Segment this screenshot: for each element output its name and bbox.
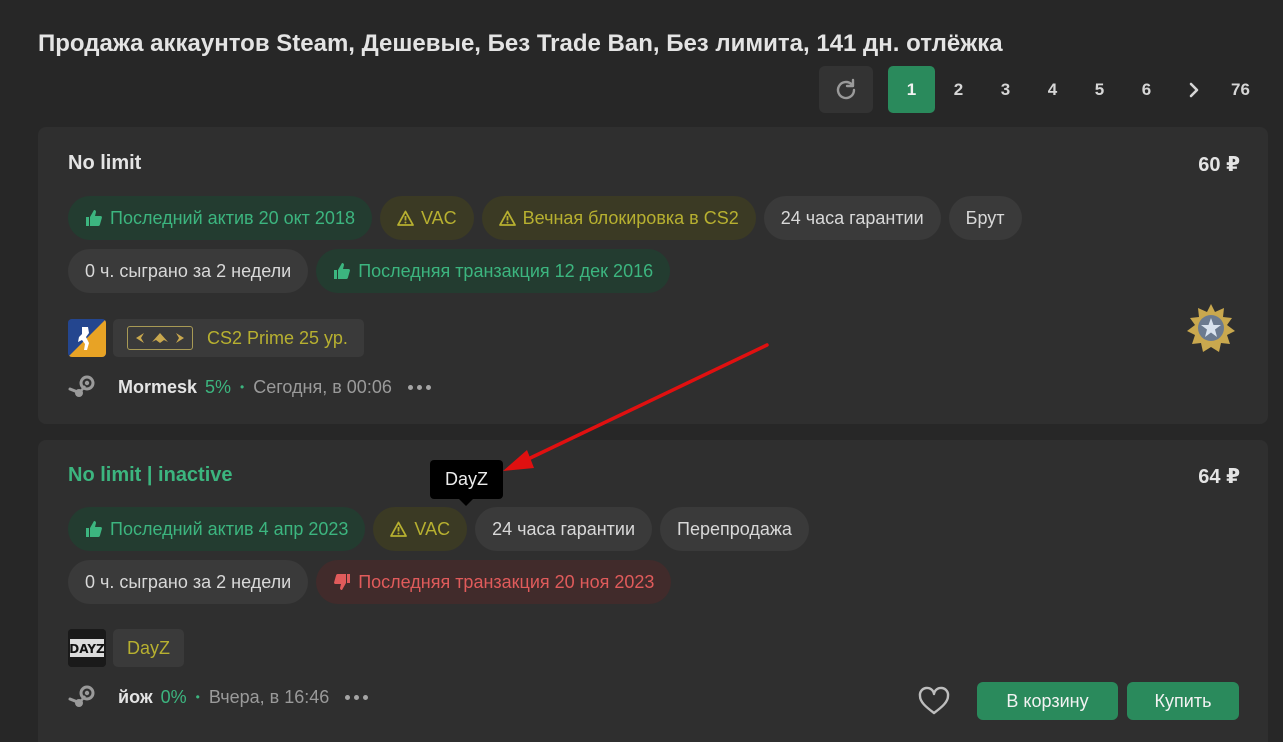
page-link-6[interactable]: 6	[1123, 66, 1170, 113]
tag-row: Последний актив 4 апр 2023 VAC 24 часа г…	[68, 507, 809, 551]
thumbs-down-icon	[334, 574, 351, 590]
tag-label: Последний актив 4 апр 2023	[110, 518, 349, 539]
tag-label: Последний актив 20 окт 2018	[110, 207, 355, 228]
warning-icon	[390, 521, 408, 537]
page-link-3[interactable]: 3	[982, 66, 1029, 113]
dayz-logo-text: DAYZ	[69, 642, 105, 656]
hours-played-tag: 0 ч. сыграно за 2 недели	[68, 249, 309, 293]
cs2-ban-tag: Вечная блокировка в CS2	[481, 196, 756, 240]
page-link-2[interactable]: 2	[935, 66, 982, 113]
game-tooltip: DayZ	[430, 460, 503, 506]
hours-played-tag: 0 ч. сыграно за 2 недели	[68, 560, 309, 604]
refresh-icon	[836, 78, 856, 99]
guarantee-tag: 24 часа гарантии	[763, 196, 941, 240]
thumbs-up-icon	[334, 263, 351, 279]
tag-row: 0 ч. сыграно за 2 недели Последняя транз…	[68, 560, 672, 604]
listing-time: Сегодня, в 00:06	[253, 376, 392, 397]
game-label: CS2 Prime 25 ур.	[207, 327, 348, 348]
game-row: CS2 Prime 25 ур.	[68, 319, 364, 357]
dayz-icon: DAYZ	[68, 629, 106, 667]
heart-icon	[918, 686, 950, 715]
last-transaction-tag: Последняя транзакция 12 дек 2016	[316, 249, 671, 293]
pagination: 1 2 3 4 5 6 76	[819, 66, 1264, 113]
tag-label: Перепродажа	[677, 518, 792, 539]
steam-icon	[68, 375, 95, 397]
vac-tag: VAC	[379, 196, 474, 240]
listing-card[interactable]: No limit | inactive 64 ₽ Последний актив…	[38, 440, 1268, 742]
seller-percent: 0%	[160, 686, 187, 707]
warning-icon	[397, 210, 414, 226]
listing-card[interactable]: No limit 60 ₽ Последний актив 20 окт 201…	[38, 127, 1268, 424]
thumbs-up-icon	[86, 521, 102, 537]
page-link-last[interactable]: 76	[1217, 66, 1264, 113]
seller-row: Mormesk 5% • Сегодня, в 00:06	[68, 375, 431, 399]
tag-label: Последняя транзакция 12 дек 2016	[358, 260, 654, 281]
seller-row: йож 0% • Вчера, в 16:46	[68, 685, 369, 709]
buy-button[interactable]: Купить	[1127, 682, 1239, 720]
seller-percent: 5%	[205, 376, 232, 397]
last-active-tag: Последний актив 20 окт 2018	[68, 196, 372, 240]
seller-name[interactable]: йож	[118, 687, 153, 708]
page-title: Продажа аккаунтов Steam, Дешевые, Без Tr…	[38, 30, 1003, 57]
page-link-1[interactable]: 1	[888, 66, 935, 113]
tag-label: 0 ч. сыграно за 2 недели	[85, 260, 292, 281]
listing-time: Вчера, в 16:46	[208, 686, 330, 707]
more-options-icon[interactable]	[345, 694, 369, 700]
listing-actions: В корзину Купить	[914, 681, 1239, 721]
listing-price: 60 ₽	[1198, 154, 1240, 176]
thumbs-up-icon	[86, 210, 102, 226]
separator-dot: •	[240, 380, 245, 394]
listing-price: 64 ₽	[1198, 466, 1240, 488]
favorite-button[interactable]	[914, 681, 954, 721]
rank-badge-icon	[127, 326, 193, 350]
chevron-right-icon	[1189, 82, 1198, 97]
resale-tag: Перепродажа	[660, 507, 809, 551]
page-link-5[interactable]: 5	[1076, 66, 1123, 113]
medal-badge-icon	[1187, 304, 1235, 352]
refresh-button[interactable]	[819, 66, 873, 113]
vac-tag: VAC	[373, 507, 468, 551]
brute-tag: Брут	[948, 196, 1022, 240]
tag-label: 0 ч. сыграно за 2 недели	[85, 571, 292, 592]
steam-icon	[68, 685, 95, 707]
more-options-icon[interactable]	[407, 384, 431, 390]
guarantee-tag: 24 часа гарантии	[475, 507, 653, 551]
listing-title[interactable]: No limit | inactive	[68, 464, 233, 487]
game-row: DAYZ DayZ	[68, 629, 185, 667]
game-label: DayZ	[127, 637, 171, 658]
game-chip[interactable]: CS2 Prime 25 ур.	[113, 319, 364, 357]
last-active-tag: Последний актив 4 апр 2023	[68, 507, 366, 551]
tag-label: VAC	[414, 518, 451, 539]
tag-label: Брут	[965, 207, 1005, 228]
separator-dot: •	[195, 690, 200, 704]
next-page-button[interactable]	[1170, 66, 1217, 113]
add-to-cart-button[interactable]: В корзину	[977, 682, 1118, 720]
tag-label: VAC	[420, 207, 457, 228]
tag-row: 0 ч. сыграно за 2 недели Последняя транз…	[68, 249, 671, 293]
listing-title[interactable]: No limit	[68, 152, 141, 175]
page-link-4[interactable]: 4	[1029, 66, 1076, 113]
last-transaction-tag: Последняя транзакция 20 ноя 2023	[316, 560, 672, 604]
warning-icon	[498, 210, 516, 226]
tag-row: Последний актив 20 окт 2018 VAC Вечная б…	[68, 196, 1022, 240]
tag-label: Последняя транзакция 20 ноя 2023	[358, 571, 655, 592]
seller-name[interactable]: Mormesk	[118, 377, 197, 398]
cs2-icon	[68, 319, 106, 357]
game-chip[interactable]: DayZ	[113, 629, 185, 667]
tag-label: Вечная блокировка в CS2	[522, 207, 739, 228]
tag-label: 24 часа гарантии	[492, 518, 636, 539]
tag-label: 24 часа гарантии	[780, 207, 924, 228]
